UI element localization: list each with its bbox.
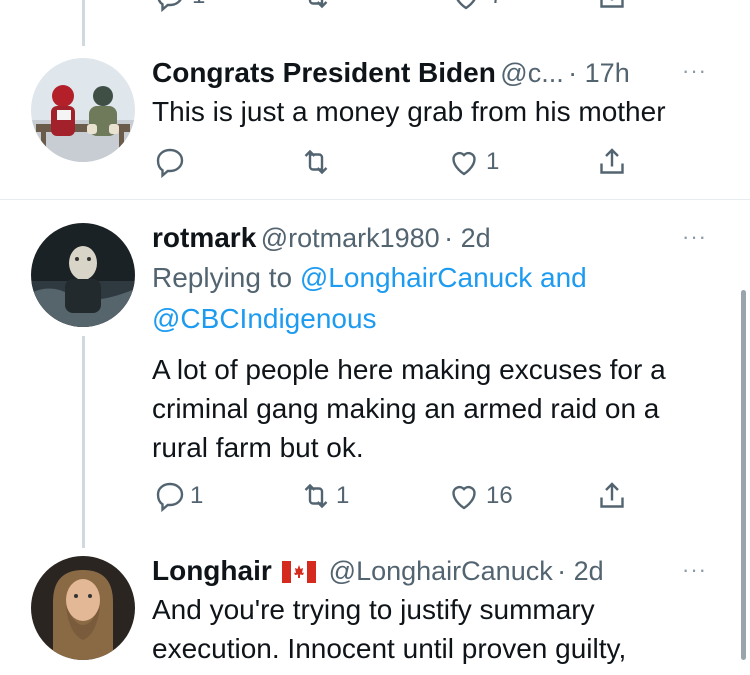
- tweet1-retweet-action[interactable]: [298, 144, 334, 180]
- replying-to-user-cbcindigenous[interactable]: @CBCIndigenous: [152, 299, 377, 338]
- top-like-action[interactable]: 7: [448, 0, 503, 14]
- avatar-longhair[interactable]: [31, 556, 135, 660]
- top-share-action[interactable]: [594, 0, 630, 14]
- top-retweet-action[interactable]: [298, 0, 334, 14]
- tweet1-share-action[interactable]: [594, 144, 630, 180]
- tweet2-like-count: 16: [486, 482, 513, 509]
- tweet1-like-action[interactable]: 1: [446, 144, 499, 180]
- tweet1-handle[interactable]: @c...: [500, 58, 563, 88]
- avatar-congrats[interactable]: [31, 58, 135, 162]
- tweet2-text-line-3: rural farm but ok.: [152, 432, 364, 463]
- tweet1-time[interactable]: · 17h: [568, 58, 630, 88]
- tweet3-text-line-1: And you're trying to justify summary: [152, 594, 595, 625]
- tweet2-text-line-1: A lot of people here making excuses for …: [152, 354, 666, 385]
- share-icon: [600, 0, 624, 8]
- tweet2-reply-count: 1: [190, 482, 204, 509]
- heart-icon: [456, 0, 476, 10]
- retweet-icon: [304, 483, 328, 509]
- tweet2-text-line-2: criminal gang making an armed raid on a: [152, 393, 660, 424]
- tweet1-more-button[interactable]: ···: [682, 58, 707, 84]
- reply-icon: [156, 482, 184, 513]
- tweet3-handle[interactable]: @LonghairCanuck: [329, 556, 553, 586]
- tweet2-more-button[interactable]: ···: [682, 224, 707, 250]
- tweet2-reply-action[interactable]: 1: [152, 478, 203, 514]
- tweet2-share-action[interactable]: [594, 478, 630, 514]
- tweet2-replying-line: Replying to @LonghairCanuck and: [152, 258, 587, 297]
- retweet-icon: [304, 149, 328, 175]
- tweet3-text-line-2: execution. Innocent until proven guilty,: [152, 633, 627, 664]
- tweet2-handle[interactable]: @rotmark1980: [261, 223, 440, 253]
- replying-to-label: Replying to: [152, 262, 293, 293]
- tweet2-header: rotmark @rotmark1980 · 2d: [152, 221, 491, 260]
- top-like-count: 7: [490, 0, 503, 10]
- share-icon: [600, 148, 624, 174]
- share-icon: [600, 482, 624, 508]
- avatar-rotmark[interactable]: [31, 223, 135, 327]
- tweet2-retweet-count: 1: [336, 482, 350, 509]
- tweet3-display-name[interactable]: Longhair: [152, 555, 272, 586]
- scrollbar[interactable]: [741, 290, 746, 660]
- tweet3-more-button[interactable]: ···: [682, 557, 707, 583]
- tweet2-like-action[interactable]: 16: [446, 478, 513, 514]
- tweet3-time[interactable]: · 2d: [557, 556, 604, 586]
- tweet1-text-line-1: This is just a money grab from his mothe…: [152, 96, 666, 127]
- heart-icon: [452, 485, 476, 510]
- tweet2-time[interactable]: · 2d: [444, 223, 491, 253]
- thread-line-top: [82, 0, 85, 46]
- tweet1-like-count: 1: [486, 148, 500, 175]
- retweet-icon: [308, 0, 328, 9]
- replying-to-and[interactable]: and: [540, 262, 587, 293]
- tweet1-display-name[interactable]: Congrats President Biden: [152, 57, 496, 88]
- heart-icon: [452, 151, 476, 176]
- reply-icon: [157, 0, 182, 13]
- tweet1-reply-action[interactable]: [152, 144, 188, 180]
- top-reply-action[interactable]: 1: [152, 0, 205, 14]
- replying-to-user-longhaircanuck[interactable]: @LonghairCanuck: [300, 262, 532, 293]
- reply-icon: [156, 148, 184, 179]
- top-reply-count: 1: [192, 0, 205, 10]
- tweet1-header: Congrats President Biden @c... · 17h: [152, 56, 630, 95]
- tweet2-retweet-action[interactable]: 1: [298, 478, 349, 514]
- tweet2-display-name[interactable]: rotmark: [152, 222, 256, 253]
- thread-line-tweet2: [82, 336, 85, 548]
- tweet-divider: [0, 199, 750, 200]
